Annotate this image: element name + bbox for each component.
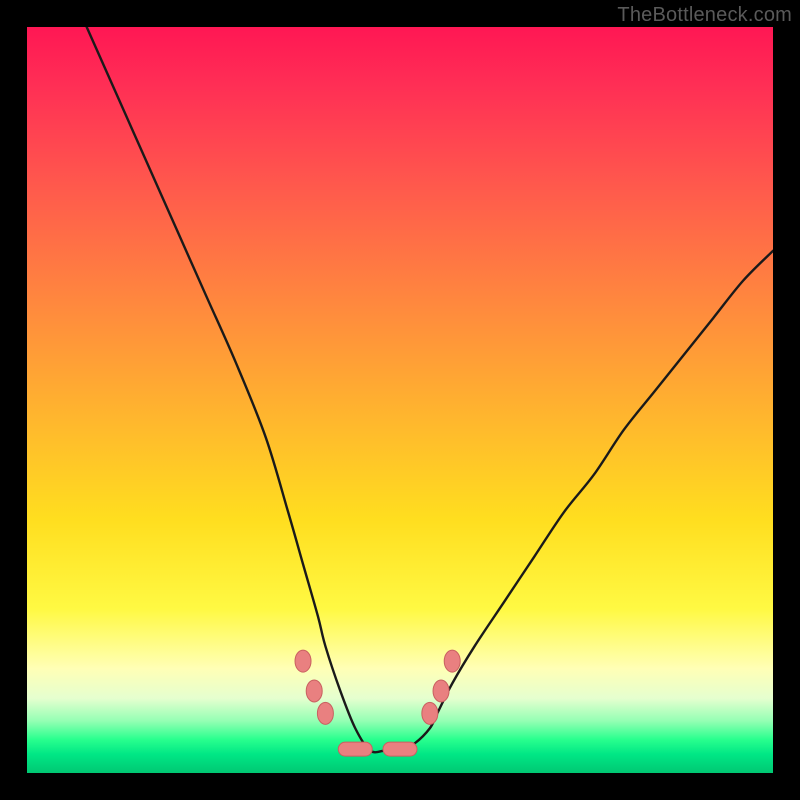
curve-markers	[295, 650, 460, 756]
plot-area	[27, 27, 773, 773]
curve-marker	[433, 680, 449, 702]
curve-marker	[422, 702, 438, 724]
curve-marker	[338, 742, 372, 756]
attribution-watermark: TheBottleneck.com	[617, 4, 792, 27]
curve-marker	[444, 650, 460, 672]
curve-marker	[383, 742, 417, 756]
bottleneck-curve	[87, 27, 773, 752]
curve-layer	[27, 27, 773, 773]
curve-marker	[306, 680, 322, 702]
curve-marker	[295, 650, 311, 672]
curve-marker	[317, 702, 333, 724]
chart-frame: TheBottleneck.com	[0, 0, 800, 800]
